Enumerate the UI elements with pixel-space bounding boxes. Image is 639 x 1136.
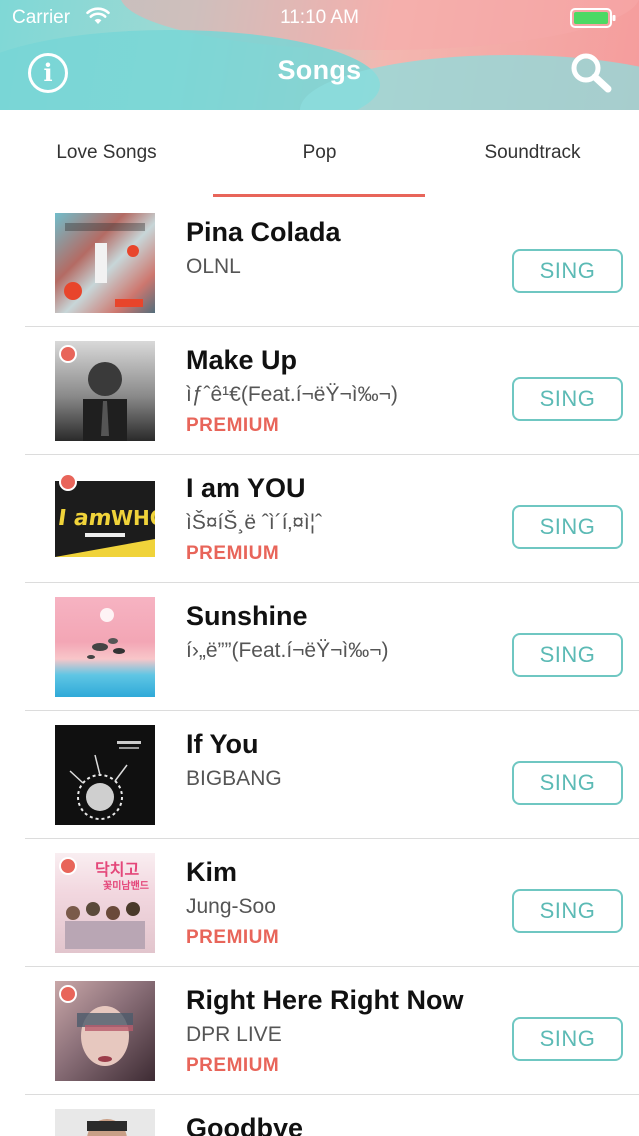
- battery-icon: [570, 8, 616, 28]
- song-artist: Jung-Soo: [186, 895, 276, 918]
- song-artist: BIGBANG: [186, 767, 282, 790]
- premium-label: PREMIUM: [186, 927, 280, 948]
- sing-button[interactable]: SING: [512, 249, 623, 293]
- song-title: If You: [186, 729, 259, 759]
- premium-badge-icon: [59, 345, 77, 363]
- page-title: Songs: [277, 55, 362, 85]
- song-artist: DPR LIVE: [186, 1023, 282, 1046]
- song-row[interactable]: Sunshine í›„ë””(Feat.í¬ëŸ¬ì‰¬) SING: [25, 583, 639, 711]
- album-art: [55, 213, 155, 313]
- tab-love-songs[interactable]: Love Songs: [0, 110, 213, 198]
- premium-label: PREMIUM: [186, 1055, 280, 1076]
- premium-badge-icon: [59, 985, 77, 1003]
- song-title: Kim: [186, 857, 238, 887]
- song-title: Right Here Right Now: [186, 985, 464, 1015]
- album-art: [55, 597, 155, 697]
- song-title: Sunshine: [186, 601, 308, 631]
- tab-soundtrack[interactable]: Soundtrack: [426, 110, 639, 198]
- song-artist: ìƒˆê¹€(Feat.í¬ëŸ¬ì‰¬): [186, 383, 398, 406]
- song-artist: OLNL: [186, 255, 241, 278]
- song-title: Pina Colada: [186, 217, 341, 247]
- premium-badge-icon: [59, 473, 77, 491]
- song-row[interactable]: I am WHO I am YOU ìŠ¤íŠ¸ë ˆì´í‚¤ì¦ˆ PREM…: [25, 455, 639, 583]
- sing-button[interactable]: SING: [512, 505, 623, 549]
- premium-label: PREMIUM: [186, 543, 280, 564]
- song-title: Goodbye: [186, 1113, 304, 1136]
- song-row[interactable]: Goodbye: [25, 1095, 639, 1136]
- svg-text:I am: I am: [56, 505, 113, 531]
- svg-text:WHO: WHO: [111, 506, 155, 530]
- song-row[interactable]: Pina Colada OLNL SING: [25, 199, 639, 327]
- album-art: I am WHO: [55, 469, 155, 569]
- album-art: [55, 341, 155, 441]
- sing-button[interactable]: SING: [512, 377, 623, 421]
- song-list: Pina Colada OLNL SING Make Up ìƒˆê¹€(Fea…: [0, 199, 639, 1136]
- song-row[interactable]: Right Here Right Now DPR LIVE PREMIUM SI…: [25, 967, 639, 1095]
- song-artist: ìŠ¤íŠ¸ë ˆì´í‚¤ì¦ˆ: [186, 511, 323, 534]
- album-art: [55, 725, 155, 825]
- sing-button[interactable]: SING: [512, 633, 623, 677]
- app-header: Carrier 11:10 AM i Songs: [0, 0, 639, 110]
- sing-button[interactable]: SING: [512, 761, 623, 805]
- status-bar: Carrier 11:10 AM: [0, 0, 639, 36]
- svg-text:닥치고: 닥치고: [95, 860, 139, 879]
- song-row[interactable]: 닥치고 꽃미남밴드 Kim Jung-Soo PREMIUM SING: [25, 839, 639, 967]
- tab-pop[interactable]: Pop: [213, 110, 426, 198]
- clock: 11:10 AM: [280, 7, 359, 28]
- song-artist: í›„ë””(Feat.í¬ëŸ¬ì‰¬): [186, 639, 389, 662]
- search-icon[interactable]: [568, 52, 614, 94]
- song-title: Make Up: [186, 345, 298, 375]
- album-art: [55, 1109, 155, 1136]
- song-title: I am YOU: [186, 473, 306, 503]
- album-art: 닥치고 꽃미남밴드: [55, 853, 155, 953]
- album-art: [55, 981, 155, 1081]
- song-row[interactable]: Make Up ìƒˆê¹€(Feat.í¬ëŸ¬ì‰¬) PREMIUM SI…: [25, 327, 639, 455]
- selected-tab-indicator: [213, 194, 425, 197]
- song-row[interactable]: If You BIGBANG SING: [25, 711, 639, 839]
- premium-label: PREMIUM: [186, 415, 280, 436]
- svg-text:꽃미남밴드: 꽃미남밴드: [103, 879, 149, 892]
- sing-button[interactable]: SING: [512, 1017, 623, 1061]
- category-tabs: Love Songs Pop Soundtrack: [0, 110, 639, 198]
- sing-button[interactable]: SING: [512, 889, 623, 933]
- premium-badge-icon: [59, 857, 77, 875]
